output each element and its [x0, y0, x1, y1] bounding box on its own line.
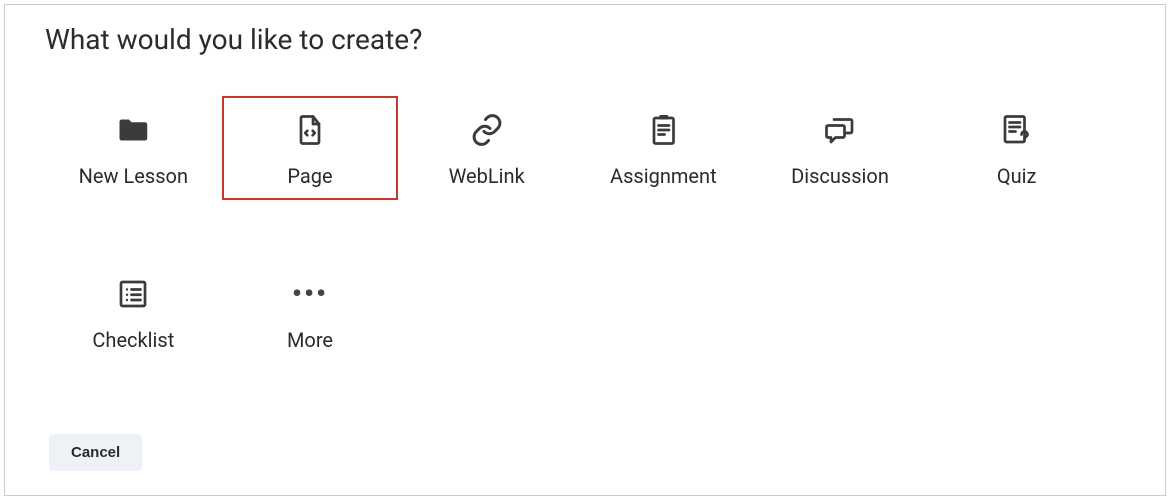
option-label: New Lesson	[79, 164, 188, 188]
folder-icon	[115, 110, 151, 150]
option-page[interactable]: Page	[222, 96, 399, 200]
create-dialog: What would you like to create? New Lesso…	[4, 4, 1166, 496]
more-icon: •••	[292, 274, 328, 314]
option-label: WebLink	[449, 164, 525, 188]
cancel-button[interactable]: Cancel	[49, 434, 142, 471]
option-weblink[interactable]: WebLink	[398, 96, 575, 200]
option-label: Page	[287, 164, 332, 188]
option-discussion[interactable]: Discussion	[752, 96, 929, 200]
page-code-icon	[292, 110, 328, 150]
dialog-title: What would you like to create?	[45, 23, 1125, 56]
option-label: Quiz	[997, 164, 1037, 188]
option-quiz[interactable]: Quiz	[928, 96, 1105, 200]
discussion-icon	[822, 110, 858, 150]
quiz-icon	[999, 110, 1035, 150]
option-more[interactable]: ••• More	[222, 260, 399, 364]
options-grid: New Lesson Page WebLink	[45, 96, 1105, 364]
option-label: Assignment	[610, 164, 717, 188]
checklist-icon	[115, 274, 151, 314]
link-icon	[469, 110, 505, 150]
option-checklist[interactable]: Checklist	[45, 260, 222, 364]
option-assignment[interactable]: Assignment	[575, 96, 752, 200]
assignment-icon	[645, 110, 681, 150]
option-label: Checklist	[92, 328, 174, 352]
option-label: More	[287, 328, 333, 352]
option-new-lesson[interactable]: New Lesson	[45, 96, 222, 200]
option-label: Discussion	[791, 164, 889, 188]
